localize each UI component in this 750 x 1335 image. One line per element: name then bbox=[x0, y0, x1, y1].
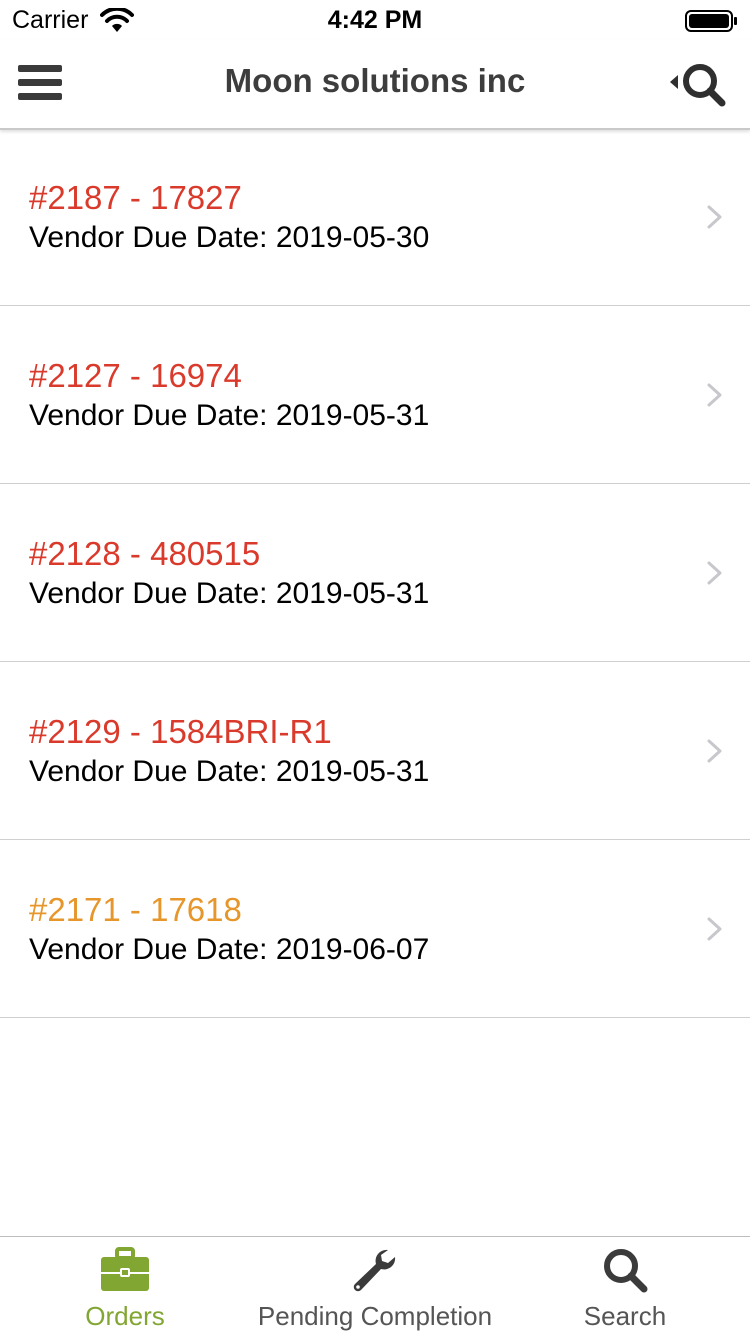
search-icon bbox=[604, 1249, 648, 1293]
tab-pending-completion[interactable]: Pending Completion bbox=[250, 1237, 500, 1335]
order-row[interactable]: #2129 - 1584BRI-R1 Vendor Due Date: 2019… bbox=[0, 662, 750, 840]
page-title: Moon solutions inc bbox=[224, 62, 526, 99]
chevron-right-icon bbox=[707, 561, 722, 585]
order-title: #2187 - 17827 bbox=[29, 179, 242, 216]
order-row[interactable]: #2187 - 17827 Vendor Due Date: 2019-05-3… bbox=[0, 128, 750, 306]
order-row[interactable]: #2128 - 480515 Vendor Due Date: 2019-05-… bbox=[0, 484, 750, 662]
chevron-right-icon bbox=[707, 383, 722, 407]
vendor-due-date: Vendor Due Date: 2019-06-07 bbox=[29, 933, 430, 966]
vendor-due-date: Vendor Due Date: 2019-05-31 bbox=[29, 755, 430, 788]
vendor-due-date: Vendor Due Date: 2019-05-30 bbox=[29, 221, 430, 254]
tab-label: Pending Completion bbox=[257, 1301, 493, 1331]
order-title: #2128 - 480515 bbox=[29, 535, 261, 572]
tab-label: Orders bbox=[85, 1301, 165, 1331]
tab-search[interactable]: Search bbox=[500, 1237, 750, 1335]
order-title: #2171 - 17618 bbox=[29, 891, 242, 928]
nav-bar: Moon solutions inc bbox=[0, 40, 750, 130]
order-title: #2129 - 1584BRI-R1 bbox=[29, 713, 332, 750]
order-list: #2187 - 17827 Vendor Due Date: 2019-05-3… bbox=[0, 128, 750, 1018]
status-bar: Carrier 4:42 PM bbox=[0, 0, 750, 40]
chevron-right-icon bbox=[707, 739, 722, 763]
tab-label: Search bbox=[583, 1301, 667, 1331]
tab-bar: Orders Pending Completion Search bbox=[0, 1236, 750, 1335]
order-row[interactable]: #2171 - 17618 Vendor Due Date: 2019-06-0… bbox=[0, 840, 750, 1018]
status-time: 4:42 PM bbox=[327, 6, 423, 34]
order-row[interactable]: #2127 - 16974 Vendor Due Date: 2019-05-3… bbox=[0, 306, 750, 484]
chevron-right-icon bbox=[707, 205, 722, 229]
vendor-due-date: Vendor Due Date: 2019-05-31 bbox=[29, 577, 430, 610]
tab-orders[interactable]: Orders bbox=[0, 1237, 250, 1335]
order-title: #2127 - 16974 bbox=[29, 357, 242, 394]
vendor-due-date: Vendor Due Date: 2019-05-31 bbox=[29, 399, 430, 432]
wrench-icon bbox=[353, 1249, 396, 1292]
chevron-right-icon bbox=[707, 917, 722, 941]
search-collapse-icon[interactable] bbox=[664, 60, 734, 110]
battery-icon bbox=[685, 10, 737, 32]
briefcase-icon bbox=[101, 1247, 149, 1291]
